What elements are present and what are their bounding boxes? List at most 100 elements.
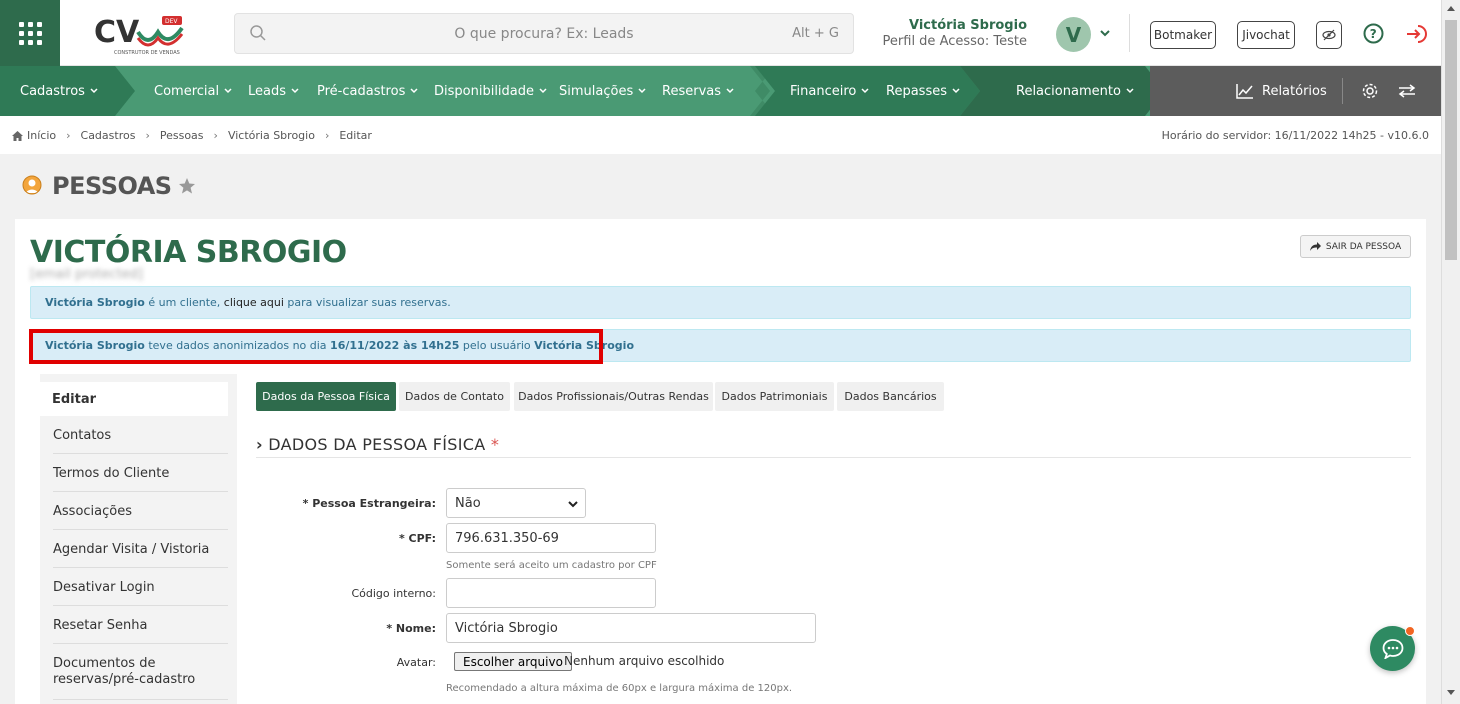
nav-cadastros[interactable]: Cadastros [20,66,99,116]
chevron-down-icon [638,88,646,94]
codigo-input[interactable] [446,578,656,608]
logout-icon[interactable] [1405,23,1427,45]
section-title-text: DADOS DA PESSOA FÍSICA [268,435,486,454]
sidebar-item-resetar-senha[interactable]: Resetar Senha [53,618,228,644]
chevron-down-icon [90,88,98,94]
main-nav: Cadastros Comercial Leads Pré-cadastros … [0,66,1441,116]
avatar-help: Recomendado a altura máxima de 60px e la… [446,683,793,694]
highlight-box [29,329,603,364]
tab-dados-profissionais[interactable]: Dados Profissionais/Outras Rendas [514,382,713,411]
scroll-down-arrow[interactable] [1447,690,1455,695]
avatar-label: Avatar: [396,656,436,669]
nav-simulacoes[interactable]: Simulações [559,66,647,116]
nav-label: Pré-cadastros [317,83,406,99]
sidebar-item-documentos[interactable]: Documentos de reservas/pré-cadastro [53,656,228,700]
search-box[interactable]: O que procura? Ex: Leads Alt + G [234,13,854,54]
tab-dados-contato[interactable]: Dados de Contato [399,382,510,411]
nav-disponibilidade[interactable]: Disponibilidade [434,66,548,116]
view-reservations-link[interactable]: clique aqui [224,296,284,309]
estrangeira-select[interactable]: Não [446,488,586,518]
gear-icon[interactable] [1361,82,1379,100]
nav-comercial[interactable]: Comercial [154,66,233,116]
chevron-right-icon: › [256,435,263,454]
tab-dados-pessoa-fisica[interactable]: Dados da Pessoa Física [256,382,396,411]
nav-pre-cadastros[interactable]: Pré-cadastros [317,66,419,116]
swap-icon[interactable] [1398,84,1416,98]
nav-relatorios[interactable]: Relatórios [1236,66,1327,116]
nome-label: * Nome: [386,622,436,635]
chevron-down-icon [539,88,547,94]
apps-menu-button[interactable] [0,0,60,66]
cv-logo[interactable]: C V DEV CONSTRUTOR DE VENDAS [94,14,186,56]
avatar[interactable]: V [1056,17,1091,52]
chevron-down-icon [726,88,734,94]
breadcrumb-person[interactable]: Victória Sbrogio [228,129,315,142]
eye-slash-icon [1322,29,1336,41]
sidebar-item-desativar-login[interactable]: Desativar Login [53,580,228,606]
choose-file-button[interactable]: Escolher arquivo [454,652,572,671]
chevron-down-icon [1126,88,1134,94]
breadcrumb-editar: Editar [339,129,372,142]
breadcrumb: Início › Cadastros › Pessoas › Victória … [0,116,1441,154]
nav-repasses[interactable]: Repasses [886,66,961,116]
nav-label: Relatórios [1262,83,1327,99]
breadcrumb-cadastros[interactable]: Cadastros [81,129,136,142]
main-card: VICTÓRIA SBROGIO [email protected] SAIR … [15,219,1426,704]
tab-dados-bancarios[interactable]: Dados Bancários [837,382,944,411]
exit-person-button[interactable]: SAIR DA PESSOA [1300,235,1411,258]
nav-label: Simulações [559,83,634,99]
cpf-label: * CPF: [398,532,436,545]
chevron-down-icon[interactable] [1099,27,1111,39]
svg-text:CONSTRUTOR DE VENDAS: CONSTRUTOR DE VENDAS [114,50,180,56]
tab-dados-patrimoniais[interactable]: Dados Patrimoniais [715,382,834,411]
nav-divider [1342,78,1343,104]
user-name[interactable]: Victória Sbrogio [909,18,1027,33]
page-header: PESSOAS [20,172,196,200]
svg-text:V: V [116,15,140,50]
sidebar-item-termos[interactable]: Termos do Cliente [53,466,228,492]
jivochat-button[interactable]: Jivochat [1237,21,1295,49]
nav-leads[interactable]: Leads [248,66,300,116]
breadcrumb-pessoas[interactable]: Pessoas [160,129,204,142]
scroll-thumb[interactable] [1445,20,1457,260]
nav-label: Relacionamento [1016,83,1121,99]
share-icon [1309,242,1321,251]
nav-financeiro[interactable]: Financeiro [790,66,870,116]
chat-bubble-icon [1382,638,1403,659]
edit-sidebar: Editar Contatos Termos do Cliente Associ… [40,374,237,704]
breadcrumb-inicio[interactable]: Início [27,129,56,142]
alert-person-name: Victória Sbrogio [45,296,145,309]
scroll-up-arrow[interactable] [1447,6,1455,11]
sidebar-item-associacoes[interactable]: Associações [53,504,228,530]
client-alert: Victória Sbrogio é um cliente, clique aq… [30,286,1411,319]
nav-label: Leads [248,83,287,99]
page-scrollbar[interactable] [1441,0,1460,704]
chart-line-icon [1236,84,1253,99]
chevron-down-icon [224,88,232,94]
star-icon[interactable] [178,177,196,195]
sidebar-item-agendar-visita[interactable]: Agendar Visita / Vistoria [53,542,228,568]
botmaker-button[interactable]: Botmaker [1150,21,1216,49]
chevron-down-icon [568,501,578,508]
estrangeira-label: * Pessoa Estrangeira: [302,497,436,510]
search-shortcut: Alt + G [792,26,839,41]
nome-input[interactable]: Victória Sbrogio [446,613,816,643]
privacy-button[interactable] [1316,21,1342,49]
chevron-down-icon [291,88,299,94]
sidebar-item-editar[interactable]: Editar [40,382,228,416]
page-title: PESSOAS [52,172,172,200]
cpf-input[interactable]: 796.631.350-69 [446,523,656,553]
chevron-down-icon [410,88,418,94]
chevron-right-icon: › [66,129,71,142]
nav-reservas[interactable]: Reservas [662,66,735,116]
required-mark: * [490,435,500,454]
people-icon [22,175,42,195]
nav-label: Reservas [662,83,721,99]
section-divider [256,457,1411,458]
sidebar-item-contatos[interactable]: Contatos [53,428,228,454]
grid-icon [18,21,42,45]
help-icon[interactable]: ? [1363,23,1384,44]
header-divider [1129,14,1130,52]
nav-relacionamento[interactable]: Relacionamento [1016,66,1135,116]
nav-label: Repasses [886,83,947,99]
